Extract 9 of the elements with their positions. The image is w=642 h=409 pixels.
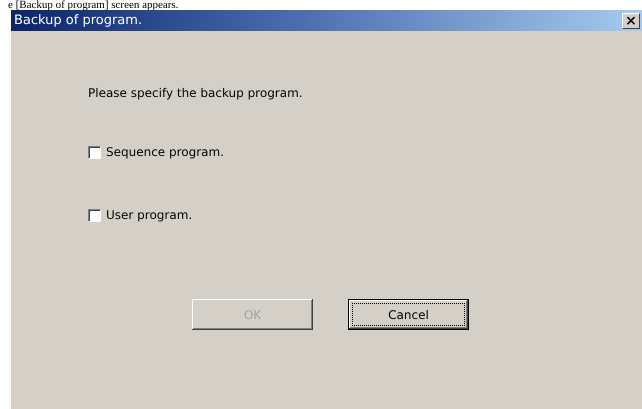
window-title: Backup of program. [14,13,142,28]
checkbox-label[interactable]: User program. [106,208,192,222]
checkbox-label[interactable]: Sequence program. [106,145,224,159]
checkbox[interactable] [88,146,101,158]
caption-text: e [Backup of program] screen appears. [7,0,180,10]
prompt-text: Please specify the backup program. [88,86,304,100]
checkbox[interactable] [88,208,101,222]
cancel-button[interactable]: Cancel [348,299,469,330]
close-button[interactable]: × [622,12,640,28]
